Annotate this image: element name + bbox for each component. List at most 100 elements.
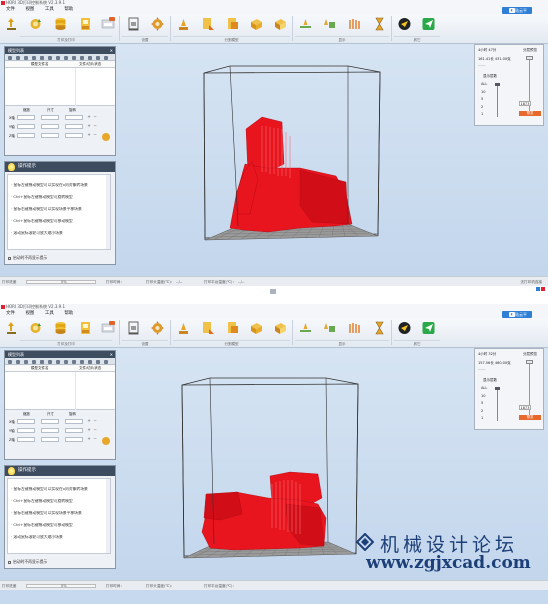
send-icon[interactable] xyxy=(421,320,436,336)
splitter-handle[interactable] xyxy=(270,289,276,294)
up-icon[interactable] xyxy=(96,55,100,60)
y-minus-icon[interactable]: − xyxy=(93,124,97,128)
slice-icon[interactable] xyxy=(53,16,68,32)
settings-gear-icon[interactable] xyxy=(150,16,165,32)
x-size-input[interactable] xyxy=(41,115,59,120)
tray-icons[interactable] xyxy=(536,286,546,294)
y-scale-input[interactable] xyxy=(17,124,35,129)
arrange-icon[interactable] xyxy=(80,359,84,364)
menu-tools[interactable]: 工具 xyxy=(45,310,54,318)
hourglass-icon[interactable] xyxy=(372,320,387,336)
up-icon[interactable] xyxy=(96,359,100,364)
y-rotate-input[interactable] xyxy=(65,428,83,433)
scale-icon[interactable] xyxy=(40,359,44,364)
send-icon[interactable] xyxy=(421,16,436,32)
z-size-input[interactable] xyxy=(41,437,59,442)
3d-viewport[interactable]: 模型列表 ✕ 模型文件名 文件/切片状态 缩放 尺寸 旋转 X轴 Y轴 Z轴 +… xyxy=(0,348,548,580)
x-scale-input[interactable] xyxy=(17,115,35,120)
down-icon[interactable] xyxy=(88,55,92,60)
menu-help[interactable]: 帮助 xyxy=(64,6,73,14)
y-size-input[interactable] xyxy=(41,124,59,129)
x-rotate-input[interactable] xyxy=(65,419,83,424)
view-side-icon[interactable] xyxy=(322,16,337,32)
tips-footer[interactable]: 启动时不再显示提示 xyxy=(8,559,47,565)
center-icon[interactable] xyxy=(32,359,36,364)
level-5[interactable]: 5 xyxy=(481,400,487,408)
y-plus-icon[interactable]: + xyxy=(87,124,91,128)
x-rotate-input[interactable] xyxy=(65,115,83,120)
x-plus-icon[interactable]: + xyxy=(87,115,91,119)
split-z-icon[interactable] xyxy=(225,320,240,336)
load-model-icon[interactable] xyxy=(4,320,19,336)
split-y-icon[interactable] xyxy=(200,16,215,32)
center-icon[interactable] xyxy=(32,55,36,60)
3d-viewport[interactable]: 模型列表 ✕ 模型文件名 文件/切片状态 缩放 尺寸 旋转 X轴 Y轴 Z轴 +… xyxy=(0,44,548,276)
arrange-icon[interactable] xyxy=(80,55,84,60)
tips-list[interactable]: · 鼠标左键拖动模型可以实现在x向对象转场景 · Ctrl+鼠标左键拖动模型可旋… xyxy=(7,174,111,250)
y-minus-icon[interactable]: − xyxy=(93,428,97,432)
close-icon[interactable]: ✕ xyxy=(110,47,113,54)
zoom-icon[interactable] xyxy=(104,55,108,60)
rotate-small-icon[interactable] xyxy=(48,55,52,60)
menu-file[interactable]: 文件 xyxy=(6,6,15,14)
tips-footer[interactable]: 启动时不再显示提示 xyxy=(8,255,47,261)
split-y-icon[interactable] xyxy=(200,320,215,336)
zoom-icon[interactable] xyxy=(104,359,108,364)
z-minus-icon[interactable]: − xyxy=(93,133,97,137)
load-model-icon[interactable] xyxy=(4,16,19,32)
x-plus-icon[interactable]: + xyxy=(87,419,91,423)
settings-gear-icon[interactable] xyxy=(150,320,165,336)
hide-tips-checkbox[interactable] xyxy=(8,560,11,564)
display-level-track[interactable] xyxy=(497,85,498,117)
print-icon[interactable] xyxy=(101,16,116,32)
support-icon[interactable] xyxy=(347,16,362,32)
hide-tips-checkbox[interactable] xyxy=(8,256,11,260)
help-icon[interactable] xyxy=(397,320,412,336)
y-scale-input[interactable] xyxy=(17,428,35,433)
reset-transform-icon[interactable] xyxy=(102,133,110,141)
tips-scrollbar[interactable] xyxy=(106,175,110,249)
mirror-icon[interactable] xyxy=(56,55,60,60)
slice-icon[interactable] xyxy=(53,320,68,336)
z-plus-icon[interactable]: + xyxy=(87,133,91,137)
display-level-knob[interactable] xyxy=(495,387,500,390)
open-file-icon[interactable] xyxy=(8,55,12,60)
hourglass-icon[interactable] xyxy=(372,16,387,32)
print-icon[interactable] xyxy=(101,320,116,336)
menu-tools[interactable]: 工具 xyxy=(45,6,54,14)
z-minus-icon[interactable]: − xyxy=(93,437,97,441)
open-file-icon[interactable] xyxy=(8,359,12,364)
tips-scrollbar[interactable] xyxy=(106,479,110,553)
rotate-icon[interactable] xyxy=(28,16,43,32)
z-scale-input[interactable] xyxy=(17,437,35,442)
scale-icon[interactable] xyxy=(40,55,44,60)
x-scale-input[interactable] xyxy=(17,419,35,424)
level-1[interactable]: 1 xyxy=(481,111,487,119)
level-10[interactable]: 10 xyxy=(481,89,487,97)
printer-icon[interactable] xyxy=(126,16,141,32)
printer-icon[interactable] xyxy=(126,320,141,336)
rotate-icon[interactable] xyxy=(28,320,43,336)
reset-transform-icon[interactable] xyxy=(102,437,110,445)
model-table-body[interactable] xyxy=(5,372,115,410)
save-gcode-icon[interactable] xyxy=(78,320,93,336)
help-icon[interactable] xyxy=(397,16,412,32)
level-2[interactable]: 2 xyxy=(481,104,487,112)
delete-icon[interactable] xyxy=(24,55,28,60)
view-front-icon[interactable] xyxy=(298,16,313,32)
layout-icon[interactable] xyxy=(64,359,68,364)
close-icon[interactable]: ✕ xyxy=(110,351,113,358)
display-level-knob[interactable] xyxy=(495,83,500,86)
split-auto-icon[interactable] xyxy=(249,16,264,32)
z-plus-icon[interactable]: + xyxy=(87,437,91,441)
level-1[interactable]: 1 xyxy=(481,415,487,423)
cloud-login-button[interactable]: ◐ 登陆云平台 xyxy=(502,7,532,20)
mirror-icon[interactable] xyxy=(56,359,60,364)
cloud-login-button[interactable]: ◐ 登陆云平台 xyxy=(502,311,532,324)
rotate-small-icon[interactable] xyxy=(48,359,52,364)
layer-slider-knob[interactable] xyxy=(526,360,533,364)
copy-icon[interactable] xyxy=(16,55,20,60)
layer-number-input[interactable]: 1873 xyxy=(519,405,531,410)
split-x-icon[interactable] xyxy=(176,320,191,336)
level-2[interactable]: 2 xyxy=(481,408,487,416)
